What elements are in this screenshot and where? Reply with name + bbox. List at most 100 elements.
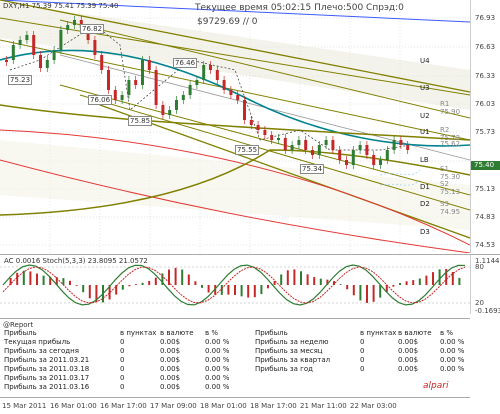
- ac-bar: [253, 285, 256, 298]
- ac-bar: [62, 278, 65, 285]
- indicator-tick: -0.1693: [475, 307, 500, 315]
- report-cell: 0: [120, 383, 125, 391]
- indicator-tick: 80: [475, 263, 484, 271]
- candle-body: [385, 150, 389, 160]
- report-cell: 0: [120, 374, 125, 382]
- candle-body: [331, 140, 335, 150]
- report-header: в валюте: [398, 329, 432, 337]
- price-axis[interactable]: 76.93 76.63 76.33 76.03 75.73 75.40 75.1…: [470, 0, 500, 253]
- price-tick: 75.73: [475, 128, 496, 136]
- time-axis[interactable]: 15 Mar 2011 16 Mar 01:00 16 Mar 17:00 17…: [0, 397, 470, 414]
- candle-body: [147, 60, 151, 70]
- indicator-pane[interactable]: AC 0.0016 Stoch(5,3,3) 23.8095 21.0572: [0, 254, 470, 315]
- report-cell: 0: [120, 347, 125, 355]
- ac-bar: [42, 275, 45, 285]
- price-tick: 76.63: [475, 43, 496, 51]
- ac-bar: [313, 277, 316, 285]
- report-cell: 0.00 %: [205, 356, 230, 364]
- ac-bar: [438, 269, 441, 285]
- report-cell: Прибыль за квартал: [255, 356, 331, 364]
- report-cell: 0.00$: [160, 365, 181, 373]
- ac-bar: [88, 285, 91, 299]
- candle-body: [11, 45, 15, 60]
- candle-body: [324, 140, 328, 145]
- candle-body: [297, 140, 301, 145]
- report-cell: 0.00$: [160, 347, 181, 355]
- candle-body: [18, 40, 22, 45]
- chart-window[interactable]: DXY,H1 75.39 75.41 75.39 75.40 Текущее в…: [0, 0, 500, 413]
- price-tag: 75.34: [300, 164, 325, 174]
- report-cell: Прибыль за год: [255, 365, 313, 373]
- ac-bar: [234, 285, 236, 296]
- candle-body: [222, 80, 226, 90]
- ac-bar: [399, 283, 401, 285]
- price-tick: 75.13: [475, 185, 496, 193]
- price-tick: 76.33: [475, 72, 496, 80]
- report-header: в %: [205, 329, 219, 337]
- report-row: Текущая прибыль 0 0.00$ 0.00 % Прибыль за не…: [0, 338, 470, 346]
- report-cell: 0.00 %: [205, 365, 230, 373]
- pivot-label: R1 75.90: [440, 100, 461, 116]
- report-cell: 0: [120, 356, 125, 364]
- candle-body: [338, 150, 342, 160]
- ac-bar: [293, 269, 296, 285]
- candle-body: [73, 20, 76, 25]
- time-tick: 18 Mar 01:00: [200, 402, 247, 410]
- price-chart-canvas[interactable]: [0, 0, 471, 254]
- time-tick: 16 Mar 17:00: [100, 402, 147, 410]
- candle-body: [392, 140, 396, 150]
- time-tick: 15 Mar 2011: [2, 402, 47, 410]
- level-label-u4: U4: [420, 57, 430, 65]
- pivot-label: S2 75.13: [440, 180, 461, 196]
- report-header: в валюте: [160, 329, 194, 337]
- level-label-u3: U3: [420, 84, 430, 92]
- candle-body: [66, 25, 70, 30]
- report-cell: 0.00 %: [440, 365, 465, 373]
- price-tag: 76.46: [173, 58, 198, 68]
- price-tick: 76.03: [475, 100, 496, 108]
- candle-body: [365, 145, 369, 155]
- candle-body: [290, 145, 294, 150]
- ac-bar: [418, 278, 421, 285]
- ac-bar: [267, 285, 269, 289]
- report-cell: Прибыль за неделю: [255, 338, 329, 346]
- report-header: Прибыль: [4, 329, 37, 337]
- ac-bar: [148, 280, 151, 285]
- alpari-logo: alpari: [423, 381, 449, 391]
- level-label-lb: LB: [420, 156, 429, 164]
- ac-bar: [260, 285, 263, 295]
- price-tag: 75.85: [128, 116, 153, 126]
- price-tick: 74.83: [475, 213, 496, 221]
- report-cell: 0.00$: [398, 338, 419, 346]
- candle-body: [249, 120, 253, 125]
- report-cell: Прибыль за 2011.03.18: [4, 365, 90, 373]
- report-header: в %: [440, 329, 454, 337]
- ac-bar: [115, 285, 118, 295]
- candle-body: [127, 80, 131, 95]
- level-label-d3: D3: [420, 228, 430, 236]
- price-chart[interactable]: DXY,H1 75.39 75.41 75.39 75.40 Текущее в…: [0, 0, 471, 254]
- price-tag: 76.82: [80, 24, 105, 34]
- ac-bar: [240, 285, 243, 297]
- ac-bar: [280, 274, 283, 285]
- candle-body: [175, 100, 178, 110]
- candle-body: [277, 138, 280, 140]
- candle-body: [202, 65, 206, 80]
- report-cell: Прибыль за сегодня: [4, 347, 79, 355]
- candle-body: [270, 135, 274, 140]
- ac-bar: [432, 272, 434, 285]
- ac-bar: [207, 285, 210, 293]
- ac-bar: [339, 284, 342, 285]
- report-cell: Прибыль за 2011.03.17: [4, 374, 90, 382]
- price-tick: 74.53: [475, 241, 496, 249]
- candle-body: [283, 138, 287, 150]
- indicator-tick: 20: [475, 299, 484, 307]
- ac-bar: [379, 285, 382, 298]
- report-cell: Прибыль за месяц: [255, 347, 323, 355]
- report-cell: 0.00$: [398, 365, 419, 373]
- ac-bar: [141, 282, 144, 285]
- ac-bar: [16, 272, 19, 285]
- report-cell: 0.00$: [160, 374, 181, 382]
- candle-body: [379, 160, 382, 165]
- candle-body: [358, 145, 362, 150]
